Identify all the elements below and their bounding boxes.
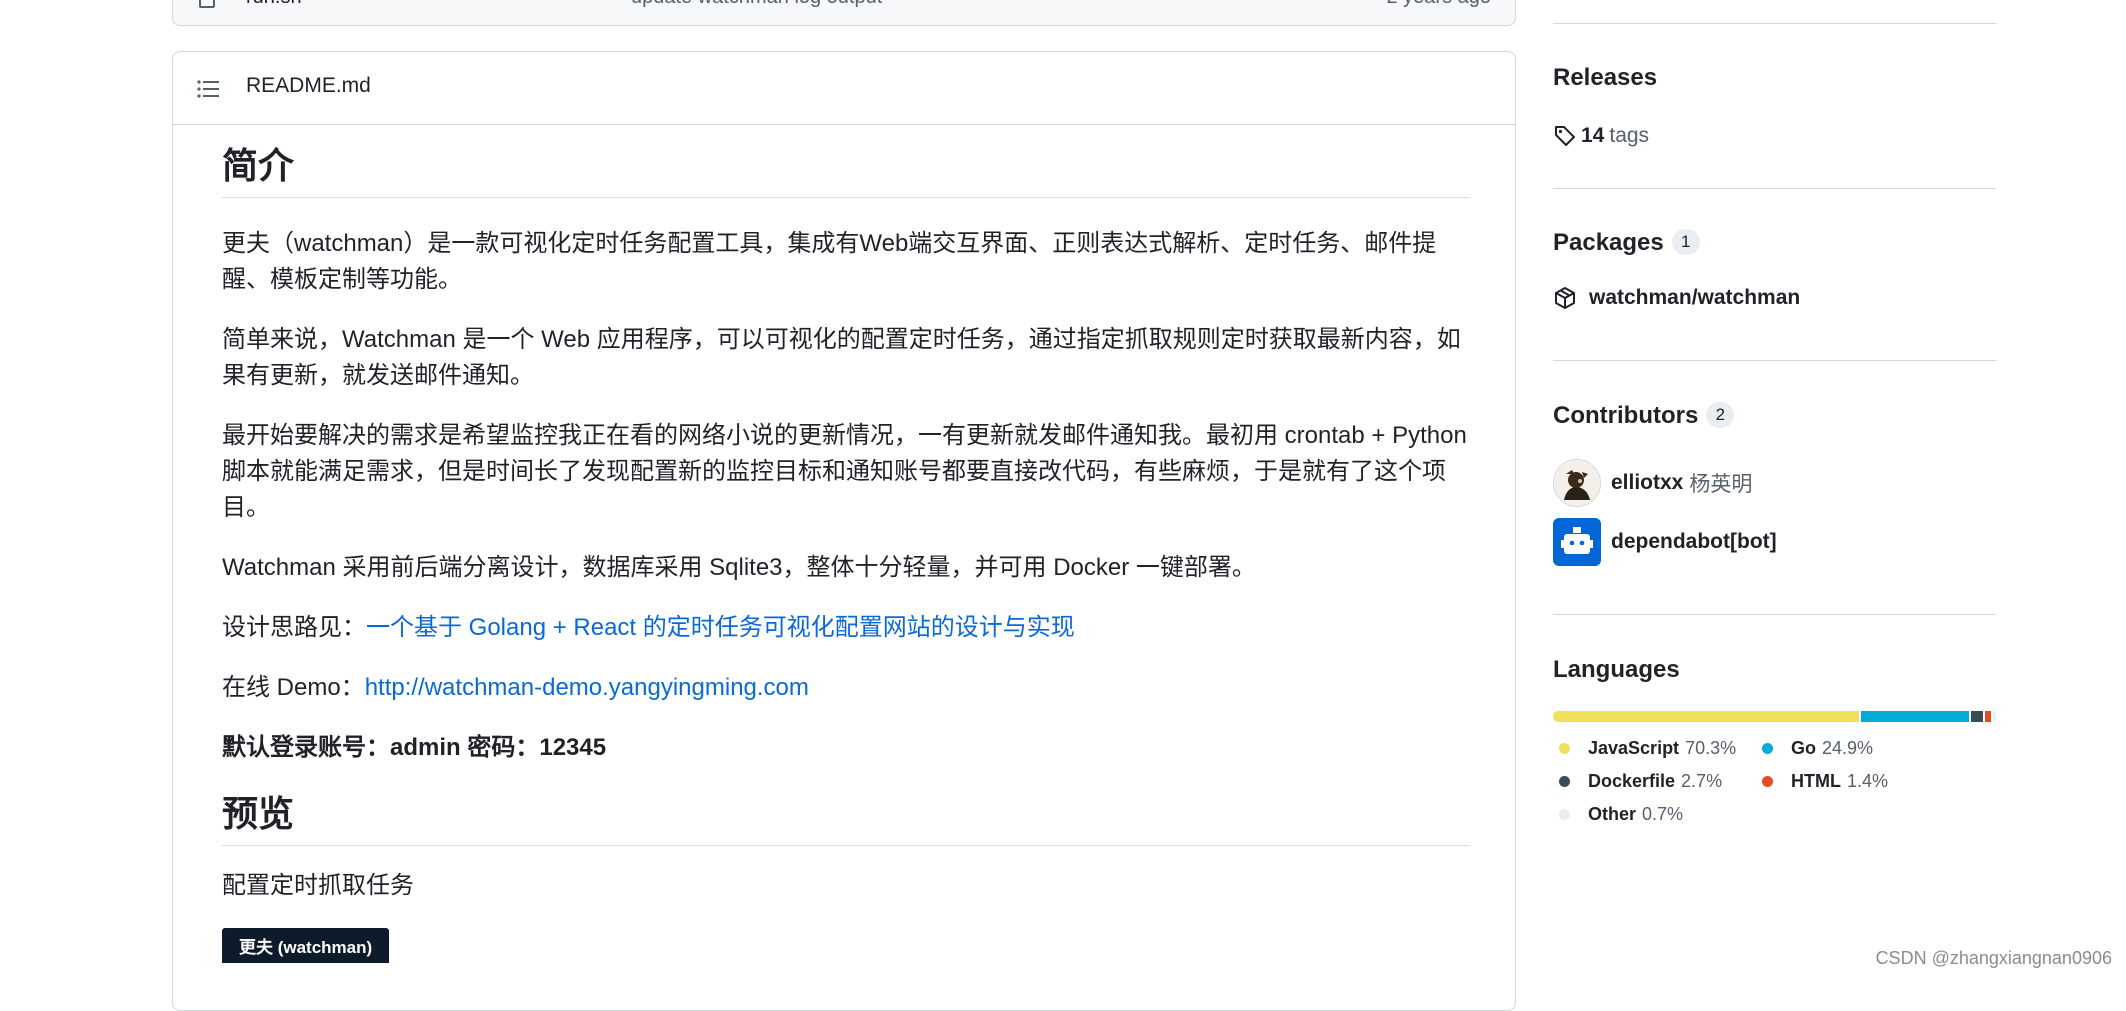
demo-link[interactable]: http://watchman-demo.yangyingming.com — [365, 674, 809, 701]
language-item-javascript[interactable]: JavaScript 70.3% — [1559, 738, 1736, 759]
packages-count-badge: 1 — [1672, 229, 1700, 255]
contributor-login: dependabot[bot] — [1611, 530, 1777, 554]
readme-panel: README.md 简介 更夫（watchman）是一款可视化定时任务配置工具，… — [172, 51, 1516, 1011]
package-item[interactable]: watchman/watchman — [1553, 286, 1800, 310]
divider — [1553, 23, 1996, 24]
language-color-dot — [1762, 743, 1773, 754]
divider — [1553, 614, 1996, 615]
language-bar-segment-javascript — [1553, 711, 1859, 722]
design-article-link[interactable]: 一个基于 Golang + React 的定时任务可视化配置网站的设计与实现 — [366, 614, 1075, 641]
preview-image[interactable]: 更夫 (watchman) — [222, 928, 1470, 963]
language-color-dot — [1559, 743, 1570, 754]
language-item-go[interactable]: Go 24.9% — [1762, 738, 1873, 759]
contributor-dependabot[interactable]: dependabot[bot] — [1553, 518, 1777, 566]
commit-time: 2 years ago — [1386, 0, 1491, 9]
heading-preview: 预览 — [222, 792, 1470, 846]
preview-image-title: 更夫 (watchman) — [222, 928, 389, 963]
dependabot-icon — [1553, 518, 1601, 566]
tags-count: 14 — [1581, 124, 1604, 148]
contributor-login: elliotxx — [1611, 471, 1683, 495]
commit-message[interactable]: update watchman log output — [631, 0, 882, 9]
paragraph-demo: 在线 Demo：http://watchman-demo.yangyingmin… — [222, 670, 1470, 706]
readme-header: README.md — [173, 52, 1515, 125]
paragraph-architecture: Watchman 采用前后端分离设计，数据库采用 Sqlite3，整体十分轻量，… — [222, 550, 1470, 586]
contributor-elliotxx[interactable]: elliotxx 杨英明 — [1553, 459, 1752, 507]
paragraph-intro: 更夫（watchman）是一款可视化定时任务配置工具，集成有Web端交互界面、正… — [222, 226, 1470, 298]
paragraph-summary: 简单来说，Watchman 是一个 Web 应用程序，可以可视化的配置定时任务，… — [222, 322, 1470, 394]
file-name[interactable]: run.sh — [246, 0, 302, 9]
packages-label: Packages — [1553, 229, 1664, 256]
paragraph-design: 设计思路见：一个基于 Golang + React 的定时任务可视化配置网站的设… — [222, 610, 1470, 646]
readme-content: 简介 更夫（watchman）是一款可视化定时任务配置工具，集成有Web端交互界… — [222, 144, 1470, 963]
language-percent: 70.3% — [1685, 738, 1736, 759]
contributors-heading[interactable]: Contributors 2 — [1553, 402, 1734, 430]
language-bar-segment-dockerfile — [1971, 711, 1983, 722]
releases-heading[interactable]: Releases — [1553, 64, 1657, 92]
contributors-count-badge: 2 — [1706, 402, 1734, 428]
language-percent: 24.9% — [1822, 738, 1873, 759]
languages-bar — [1553, 711, 1996, 722]
language-name: HTML — [1791, 771, 1841, 792]
watermark: CSDN @zhangxiangnan0906 — [1876, 948, 2112, 969]
language-item-html[interactable]: HTML 1.4% — [1762, 771, 1888, 792]
demo-prefix: 在线 Demo： — [222, 674, 365, 701]
divider — [1553, 360, 1996, 361]
language-bar-segment-html — [1985, 711, 1991, 722]
language-name: Dockerfile — [1588, 771, 1675, 792]
language-color-dot — [1762, 776, 1773, 787]
list-icon[interactable] — [197, 79, 219, 99]
language-bar-segment-other — [1993, 711, 1996, 722]
avatar[interactable] — [1553, 518, 1601, 566]
heading-intro: 简介 — [222, 144, 1470, 198]
tags-label: tags — [1609, 124, 1649, 148]
package-name: watchman/watchman — [1589, 286, 1800, 310]
contributors-label: Contributors — [1553, 402, 1698, 429]
language-color-dot — [1559, 776, 1570, 787]
language-item-dockerfile[interactable]: Dockerfile 2.7% — [1559, 771, 1722, 792]
language-bar-segment-go — [1861, 711, 1969, 722]
language-name: JavaScript — [1588, 738, 1679, 759]
divider — [1553, 188, 1996, 189]
language-percent: 0.7% — [1642, 804, 1683, 825]
readme-filename[interactable]: README.md — [246, 74, 371, 98]
language-item-other[interactable]: Other 0.7% — [1559, 804, 1683, 825]
preview-caption: 配置定时抓取任务 — [222, 868, 1470, 904]
file-icon — [199, 0, 215, 8]
language-name: Go — [1791, 738, 1816, 759]
packages-heading[interactable]: Packages 1 — [1553, 229, 1700, 257]
avatar[interactable] — [1553, 459, 1601, 507]
paragraph-motivation: 最开始要解决的需求是希望监控我正在看的网络小说的更新情况，一有更新就发邮件通知我… — [222, 418, 1470, 526]
language-percent: 2.7% — [1681, 771, 1722, 792]
default-account: 默认登录账号：admin 密码：12345 — [222, 730, 1470, 766]
language-percent: 1.4% — [1847, 771, 1888, 792]
tag-icon — [1553, 124, 1577, 148]
file-row-run-sh[interactable]: run.sh update watchman log output 2 year… — [172, 0, 1516, 26]
contributor-fullname: 杨英明 — [1689, 468, 1752, 498]
tags-link[interactable]: 14 tags — [1553, 124, 1649, 148]
language-name: Other — [1588, 804, 1636, 825]
languages-heading: Languages — [1553, 656, 1680, 684]
design-prefix: 设计思路见： — [222, 614, 366, 641]
language-color-dot — [1559, 809, 1570, 820]
avatar-image — [1554, 460, 1601, 507]
package-icon — [1553, 286, 1577, 310]
